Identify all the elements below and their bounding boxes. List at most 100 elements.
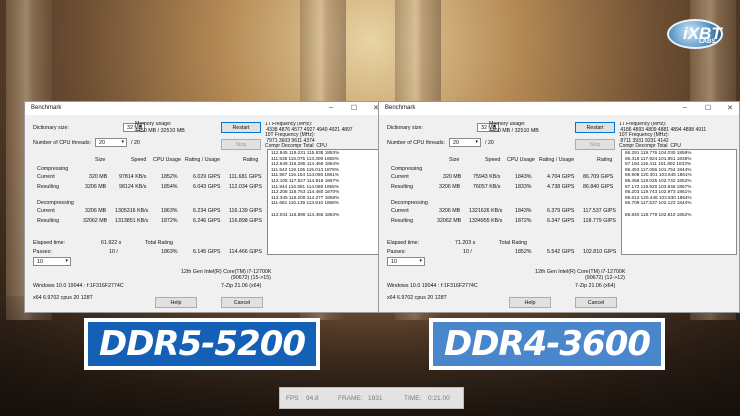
decomp-current-speed: 1321626 KB/s [469,208,503,214]
window-title: Benchmark [385,105,416,111]
comp-current-size: 320 MB [89,174,108,180]
restart-button[interactable]: Restart [221,122,261,133]
resulting-label: Resulting [37,184,60,190]
current-label: Current [391,174,409,180]
resulting-label: Resulting [37,218,60,224]
elapsed-time-label: Elapsed time: [387,240,420,246]
ddr4-label-text: DDR4-3600 [443,324,651,364]
col-cpu-usage-header: CPU Usage [153,157,181,163]
cpu-threads-select[interactable]: 20 ▾ [449,138,481,147]
comp-result-rating: 86.840 GIPS [583,184,614,190]
time-label: TIME: [404,395,422,402]
window-title: Benchmark [31,105,62,111]
decomp-current-rating: 117.537 GIPS [583,208,616,214]
total-rating-ru: 6.145 GIPS [193,249,221,255]
total-rating-label: Total Rating [145,240,173,246]
memory-usage-label: Memory usage: [135,121,172,127]
current-label: Current [37,174,55,180]
os-info: Windows 10.0 19044 : f:1F316F2774C [33,283,124,289]
comp-result-rating: 112.034 GIPS [229,184,262,190]
os-info: Windows 10.0 19044 : f:1F316F2774C [387,283,478,289]
elapsed-time-value: 71.203 s [455,240,476,246]
ddr4-label-badge: DDR4-3600 [429,318,665,370]
benchmark-log: 86.291 119.776 104.030 1859% 86.318 117.… [621,149,737,255]
comp-result-speed: 98124 KB/s [119,184,147,190]
minimize-icon[interactable]: – [329,104,333,111]
passes-label: Passes: [387,249,406,255]
compressing-label: Compressing [37,166,69,172]
current-label: Current [37,208,55,214]
decomp-current-ru: 6.234 GIPS [193,208,221,214]
comp-result-size: 3206 MB [439,184,461,190]
decompressing-label: Decompressing [391,200,428,206]
log-row: 86.840 118.779 102.810 1852% [625,211,692,217]
decomp-result-rating: 118.779 GIPS [583,218,616,224]
benchmark-window-ddr5: Benchmark – ☐ ✕ Dictionary size: 32 MB ▾ … [24,101,386,313]
cpu-threads-max: / 20 [485,140,494,146]
title-bar: Benchmark – ☐ ✕ [25,102,385,115]
passes-select[interactable]: 10 ▾ [33,257,71,266]
chevron-down-icon: ▾ [65,258,68,264]
chevron-down-icon: ▾ [121,139,124,145]
col-rating-header: Rating [243,157,259,163]
decomp-result-ru: 6.347 GIPS [547,218,575,224]
col-cpu-usage-header: CPU Usage [507,157,535,163]
compressing-label: Compressing [391,166,423,172]
passes-select[interactable]: 10 ▾ [387,257,425,266]
elapsed-time-label: Elapsed time: [33,240,66,246]
zip-version: 7-Zip 21.06 (x64) [221,283,262,289]
ddr5-label-badge: DDR5-5200 [84,318,320,370]
decomp-current-speed: 1305316 KB/s [115,208,149,214]
help-button[interactable]: Help [155,297,197,308]
current-label: Current [391,208,409,214]
chevron-down-icon: ▾ [475,139,478,145]
decomp-result-speed: 1334955 KB/s [469,218,503,224]
benchmark-window-ddr4: Benchmark – ☐ ✕ Dictionary size: 32 MB ▾ … [378,101,740,313]
memory-usage-label: Memory usage: [489,121,526,127]
memory-usage-value: 4450 MB / 32510 MB [135,128,185,134]
total-rating-label: Total Rating [499,240,527,246]
comp-current-usage: 1852% [161,174,178,180]
comp-current-rating: 111.681 GIPS [229,174,262,180]
comp-current-size: 320 MB [443,174,462,180]
comp-result-ru: 6.043 GIPS [193,184,221,190]
memory-usage-value: 4450 MB / 32510 MB [489,128,539,134]
close-icon[interactable]: ✕ [727,104,733,112]
elapsed-time-value: 61.922 s [101,240,122,246]
comp-result-ru: 4.738 GIPS [547,184,575,190]
col-size-header: Size [95,157,106,163]
chevron-down-icon: ▾ [419,258,422,264]
maximize-icon[interactable]: ☐ [705,104,711,112]
col-size-header: Size [449,157,460,163]
decomp-current-usage: 1863% [161,208,178,214]
decomp-current-rating: 116.139 GIPS [229,208,262,214]
restart-button[interactable]: Restart [575,122,615,133]
frequency-header: 1T Frequency (MHz): 4186 4893 4809 4881 … [619,122,707,150]
comp-current-speed: 75943 KB/s [473,174,501,180]
fps-label: FPS [286,395,299,402]
help-button[interactable]: Help [509,297,551,308]
maximize-icon[interactable]: ☐ [351,104,357,112]
comp-current-ru: 4.704 GIPS [547,174,575,180]
col-rating-usage-header: Rating / Usage [539,157,575,163]
total-rating-ru: 5.542 GIPS [547,249,575,255]
comp-current-ru: 6.029 GIPS [193,174,221,180]
cancel-button[interactable]: Cancel [221,297,263,308]
col-rating-usage-header: Rating / Usage [185,157,221,163]
fps-overlay: FPS 94.8 FRAME: 1931 TIME: 0:21.00 [279,387,464,409]
decompressing-label: Decompressing [37,200,74,206]
col-speed-header: Speed [131,157,147,163]
cpu-threads-select[interactable]: 20 ▾ [95,138,127,147]
stop-button[interactable]: Stop [221,139,261,150]
cancel-button[interactable]: Cancel [575,297,617,308]
comp-result-usage: 1854% [161,184,178,190]
passes-value: 10 / [463,249,472,255]
stop-button[interactable]: Stop [575,139,615,150]
decomp-result-usage: 1872% [161,218,178,224]
minimize-icon[interactable]: – [683,104,687,111]
comp-current-rating: 86.709 GIPS [583,174,614,180]
frame-value: 1931 [368,395,383,402]
comp-result-size: 3206 MB [85,184,107,190]
passes-label: Passes: [33,249,52,255]
title-bar: Benchmark – ☐ ✕ [379,102,739,115]
